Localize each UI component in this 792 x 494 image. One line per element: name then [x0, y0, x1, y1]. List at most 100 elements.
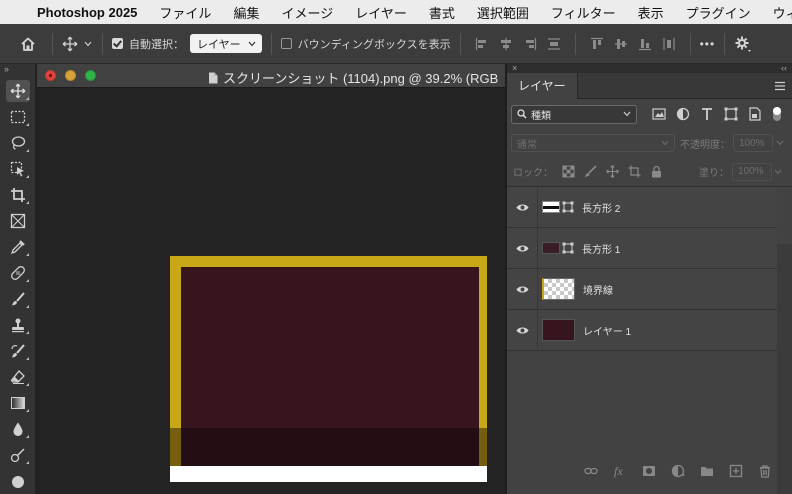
- frame-tool[interactable]: [0, 208, 36, 234]
- align-bottom-icon[interactable]: [638, 37, 652, 51]
- gear-icon[interactable]: [734, 35, 752, 53]
- crop-tool[interactable]: [0, 182, 36, 208]
- file-icon: [209, 72, 218, 83]
- trash-icon[interactable]: [758, 464, 772, 478]
- lock-artboard-icon[interactable]: [628, 165, 641, 178]
- history-brush-tool[interactable]: [0, 338, 36, 364]
- new-group-icon[interactable]: [700, 464, 714, 478]
- chevron-down-icon[interactable]: [776, 140, 784, 146]
- brush-tool[interactable]: [0, 286, 36, 312]
- filter-kind-dropdown[interactable]: 種類: [511, 104, 637, 124]
- menu-layer[interactable]: レイヤー: [355, 3, 407, 22]
- move-tool[interactable]: [0, 78, 36, 104]
- layer-row[interactable]: 長方形 1: [507, 227, 777, 269]
- dodge-tool[interactable]: [0, 442, 36, 468]
- filter-smart-object-icon[interactable]: [747, 106, 763, 122]
- stamp-tool[interactable]: [0, 312, 36, 338]
- opacity-field[interactable]: 100%: [733, 134, 773, 152]
- auto-select-checkbox[interactable]: [112, 38, 123, 49]
- layer-row[interactable]: 境界線: [507, 268, 777, 310]
- svg-text:fx: fx: [614, 464, 623, 478]
- tab-layers[interactable]: レイヤー: [507, 72, 578, 99]
- layer-thumbnail: [542, 278, 575, 300]
- new-adjustment-layer-icon[interactable]: [671, 464, 685, 478]
- layer-name: レイヤー 1: [583, 326, 632, 338]
- menu-select[interactable]: 選択範囲: [477, 3, 529, 22]
- menu-plugins[interactable]: プラグイン: [686, 3, 751, 22]
- link-layers-icon[interactable]: [584, 464, 598, 478]
- filter-shape-icon[interactable]: [723, 106, 739, 122]
- menu-window[interactable]: ウィンドウ: [773, 3, 792, 22]
- document-tab[interactable]: スクリーンショット (1104).png @ 39.2% (RGB: [37, 64, 505, 88]
- app-menu[interactable]: Photoshop 2025: [37, 5, 137, 20]
- layer-row[interactable]: レイヤー 1: [507, 309, 777, 351]
- lock-all-icon[interactable]: [650, 165, 663, 178]
- align-right-icon[interactable]: [523, 37, 537, 51]
- blend-mode-dropdown[interactable]: 通常: [511, 134, 675, 152]
- object-selection-tool[interactable]: [0, 156, 36, 182]
- bounding-box-checkbox[interactable]: [280, 38, 292, 49]
- filter-row: 種類: [507, 99, 792, 129]
- layers-panel-body: 種類 通常 不透明度： 100% ロック： 塗り： 100% 長方形 2 長方形…: [507, 99, 792, 494]
- collapse-arrows-icon[interactable]: ››: [0, 64, 35, 78]
- menu-edit[interactable]: 編集: [233, 3, 259, 22]
- pen-tool[interactable]: [0, 468, 36, 494]
- menu-filter[interactable]: フィルター: [551, 3, 616, 22]
- document-title: スクリーンショット (1104).png @ 39.2% (RGB: [208, 68, 498, 87]
- eye-icon: [516, 327, 528, 333]
- panel-menu-icon[interactable]: [774, 81, 786, 91]
- close-window-button[interactable]: [45, 70, 56, 81]
- visibility-toggle[interactable]: [507, 285, 537, 294]
- fill-label: 塗り：: [699, 168, 729, 179]
- lock-position-icon[interactable]: [606, 165, 619, 178]
- fill-field[interactable]: 100%: [732, 162, 772, 181]
- marquee-tool[interactable]: [0, 104, 36, 130]
- more-options-button[interactable]: •••: [700, 37, 716, 51]
- layer-row[interactable]: 長方形 2: [507, 186, 777, 228]
- filter-type-icon[interactable]: [699, 106, 715, 122]
- chevron-down-icon[interactable]: [83, 41, 93, 47]
- eyedropper-tool[interactable]: [0, 234, 36, 260]
- lasso-tool[interactable]: [0, 130, 36, 156]
- eraser-tool[interactable]: [0, 364, 36, 390]
- lock-transparent-pixels-icon[interactable]: [562, 165, 575, 178]
- filter-adjustment-icon[interactable]: [675, 106, 691, 122]
- menu-type[interactable]: 書式: [429, 3, 455, 22]
- new-layer-icon[interactable]: [729, 464, 743, 478]
- canvas[interactable]: [170, 256, 487, 482]
- filter-pixel-icon[interactable]: [651, 106, 667, 122]
- visibility-toggle[interactable]: [507, 326, 537, 335]
- lock-image-pixels-icon[interactable]: [584, 165, 597, 178]
- align-horizontal-center-icon[interactable]: [499, 37, 513, 51]
- add-mask-icon[interactable]: [642, 464, 656, 478]
- shape-layer-icon: [562, 242, 574, 254]
- visibility-toggle[interactable]: [507, 203, 537, 212]
- collapse-panel-icon[interactable]: ‹‹: [781, 64, 787, 73]
- align-top-icon[interactable]: [590, 37, 604, 51]
- visibility-toggle[interactable]: [507, 244, 537, 253]
- menu-image[interactable]: イメージ: [281, 3, 333, 22]
- align-vertical-center-icon[interactable]: [614, 37, 628, 51]
- layer-thumbnail: [542, 201, 560, 213]
- move-tool-preset-icon[interactable]: [62, 36, 78, 52]
- distribute-horizontal-icon[interactable]: [662, 37, 676, 51]
- frame-icon: [10, 213, 26, 229]
- minimize-window-button[interactable]: [65, 70, 76, 81]
- auto-select-target-dropdown[interactable]: レイヤー: [190, 34, 262, 53]
- menu-view[interactable]: 表示: [638, 3, 664, 22]
- menu-file[interactable]: ファイル: [159, 3, 211, 22]
- align-left-icon[interactable]: [475, 37, 489, 51]
- layers-scrollbar[interactable]: [777, 244, 792, 494]
- eye-icon: [516, 286, 528, 292]
- home-icon[interactable]: [18, 36, 38, 52]
- document-title-text: スクリーンショット (1104).png @ 39.2% (RGB: [223, 71, 499, 86]
- zoom-window-button[interactable]: [85, 70, 96, 81]
- gradient-tool[interactable]: [0, 390, 36, 416]
- fx-icon[interactable]: fx: [613, 464, 627, 478]
- healing-brush-tool[interactable]: [0, 260, 36, 286]
- blur-tool[interactable]: [0, 416, 36, 442]
- chevron-down-icon[interactable]: [774, 169, 782, 175]
- distribute-vertical-icon[interactable]: [547, 37, 561, 51]
- divider: [52, 32, 53, 55]
- filter-toggle[interactable]: [773, 107, 781, 121]
